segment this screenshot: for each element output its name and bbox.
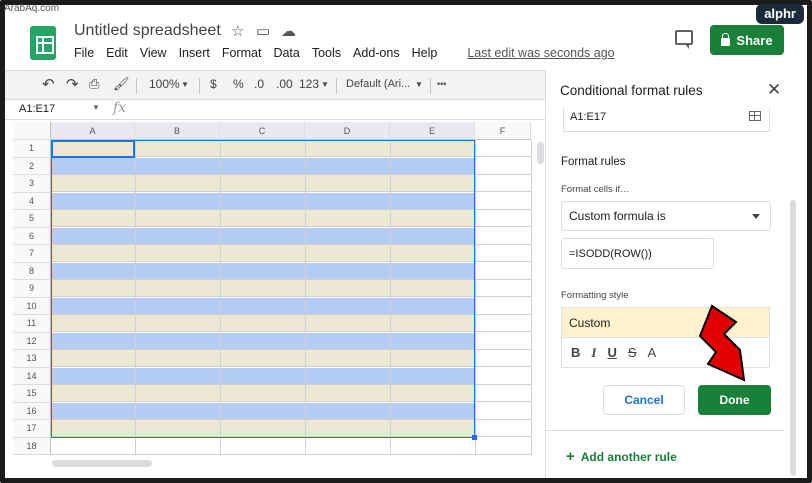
red-arrow-annotation <box>698 304 746 382</box>
window-frame <box>0 0 812 483</box>
brand-logo: alphr <box>756 4 804 24</box>
watermark-text: ArabAq.com <box>4 3 60 14</box>
